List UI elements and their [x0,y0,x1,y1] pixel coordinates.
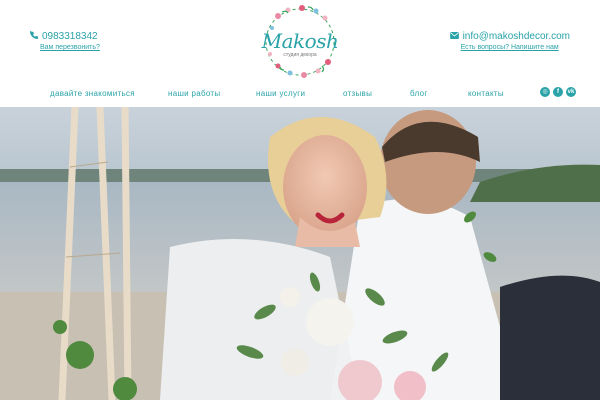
question-link[interactable]: Есть вопросы? Напишите нам [461,44,559,51]
logo-name: Makosh [261,29,339,53]
email-address[interactable]: info@makoshdecor.com [463,31,570,42]
phone-number[interactable]: 0983318342 [42,31,98,42]
logo-tagline: студия декора [283,52,317,58]
instagram-icon[interactable]: ◎ [540,87,550,97]
hero-image [0,107,600,400]
nav-blog[interactable]: блог [410,89,428,98]
logo[interactable]: Makosh студия декора [258,4,342,80]
social-links: ◎ f vk [540,87,576,97]
phone-contact: 0983318342 Вам перезвонить? [30,31,100,51]
vk-icon[interactable]: vk [566,87,576,97]
nav-reviews[interactable]: отзывы [343,89,372,98]
phone-icon [30,31,38,42]
nav-works[interactable]: наши работы [168,89,220,98]
nav-contacts[interactable]: контакты [468,89,504,98]
nav-about[interactable]: давайте знакомиться [50,89,135,98]
email-contact: info@makoshdecor.com Есть вопросы? Напиш… [449,31,570,51]
facebook-icon[interactable]: f [553,87,563,97]
callback-link[interactable]: Вам перезвонить? [40,44,100,51]
main-nav: давайте знакомиться наши работы наши усл… [0,86,600,106]
site-header: 0983318342 Вам перезвонить? Makosh студи… [0,0,600,85]
mail-icon [449,31,459,42]
nav-services[interactable]: наши услуги [256,89,305,98]
